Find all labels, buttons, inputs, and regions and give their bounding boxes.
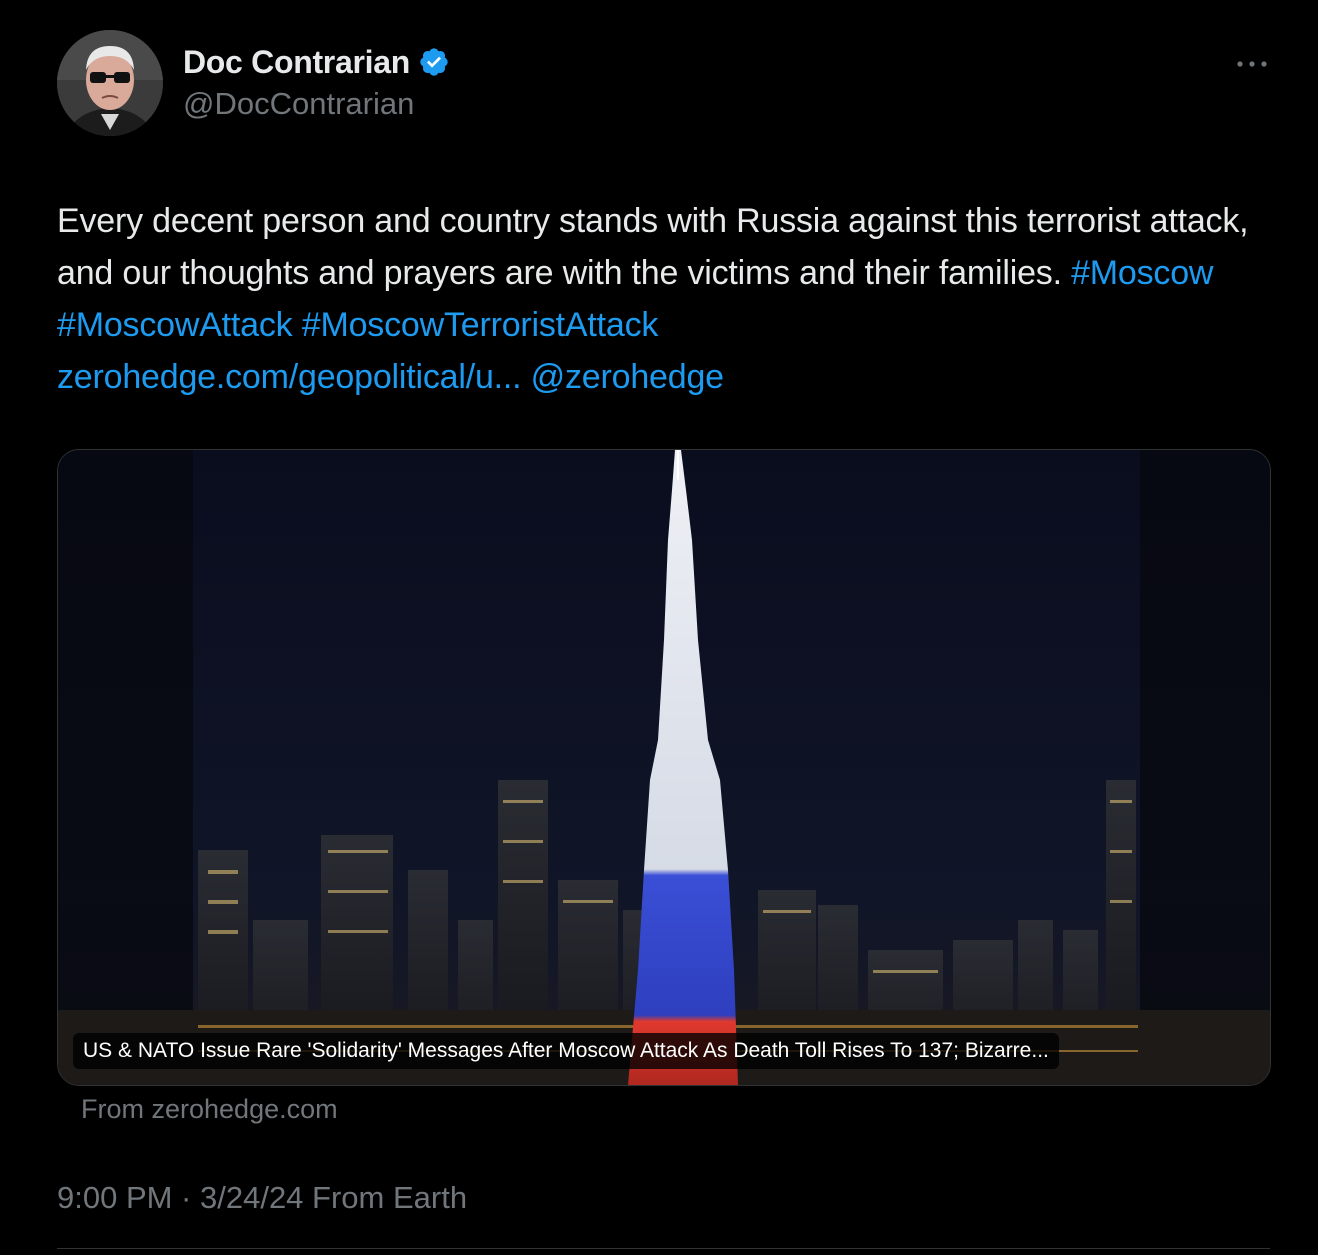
link-card[interactable]: US & NATO Issue Rare 'Solidarity' Messag… xyxy=(57,449,1271,1086)
card-image xyxy=(58,450,1270,1085)
more-horizontal-icon[interactable] xyxy=(1234,50,1270,74)
card-source[interactable]: From zerohedge.com xyxy=(81,1094,338,1125)
hashtag-moscow[interactable]: #Moscow xyxy=(1071,254,1213,292)
tweet-timestamp[interactable]: 9:00 PM · 3/24/24 From Earth xyxy=(57,1180,467,1216)
hashtag-moscowattack[interactable]: #MoscowAttack xyxy=(57,306,293,344)
card-title[interactable]: US & NATO Issue Rare 'Solidarity' Messag… xyxy=(73,1033,1059,1069)
handle[interactable]: @DocContrarian xyxy=(183,86,450,122)
hashtag-moscowterroristattack[interactable]: #MoscowTerroristAttack xyxy=(302,306,659,344)
name-row: Doc Contrarian xyxy=(183,40,450,84)
avatar[interactable] xyxy=(57,30,163,136)
verified-badge-icon[interactable] xyxy=(418,46,450,78)
display-name[interactable]: Doc Contrarian xyxy=(183,44,410,81)
mention-zerohedge[interactable]: @zerohedge xyxy=(531,358,724,396)
tweet-text-plain: Every decent person and country stands w… xyxy=(57,202,1249,292)
tweet-link[interactable]: zerohedge.com/geopolitical/u... xyxy=(57,358,522,396)
tweet-text: Every decent person and country stands w… xyxy=(57,195,1272,403)
author-block: Doc Contrarian @DocContrarian xyxy=(183,40,450,122)
divider xyxy=(57,1248,1270,1249)
tweet: Doc Contrarian @DocContrarian Every dece… xyxy=(0,0,1318,1255)
